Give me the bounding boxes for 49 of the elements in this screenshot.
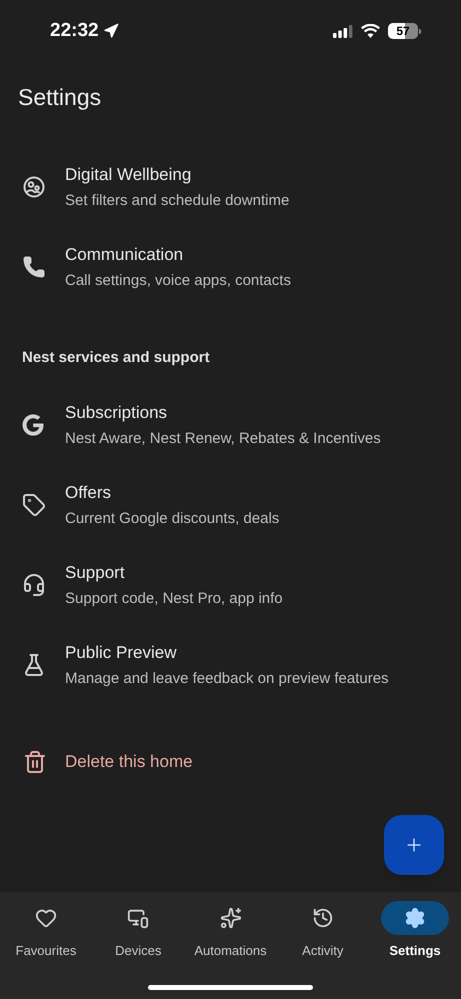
nav-tab[interactable]: Favourites xyxy=(3,901,89,960)
item-title: Support xyxy=(65,562,126,584)
phone-icon xyxy=(22,255,46,279)
settings-item[interactable]: Public Preview Manage and leave feedback on preview features xyxy=(0,625,461,705)
settings-item[interactable]: Digital Wellbeing Set filters and schedule downtime xyxy=(0,147,461,227)
item-title: Digital Wellbeing xyxy=(65,164,192,186)
settings-item[interactable]: Communication Call settings, voice apps, contacts xyxy=(0,227,461,307)
settings-item[interactable]: Subscriptions Nest Aware, Nest Renew, Rebates & Incentives xyxy=(0,385,461,465)
nav-tab[interactable]: Devices xyxy=(95,901,182,960)
item-title: Offers xyxy=(65,482,112,504)
item-subtitle: Call settings, voice apps, contacts xyxy=(65,270,291,290)
status-time: 22:32 xyxy=(50,18,99,43)
item-subtitle: Current Google discounts, deals xyxy=(65,508,280,528)
wifi-icon xyxy=(361,24,380,38)
settings-item[interactable]: Offers Current Google discounts, deals xyxy=(0,465,461,545)
item-title: Subscriptions xyxy=(65,402,168,424)
heart-icon xyxy=(35,907,57,929)
item-subtitle: Nest Aware, Nest Renew, Rebates & Incentives xyxy=(65,428,381,448)
nav-label: Automations xyxy=(194,942,267,960)
nav-tab[interactable]: Activity xyxy=(280,901,366,960)
item-subtitle: Manage and leave feedback on preview features xyxy=(65,668,389,688)
add-button[interactable] xyxy=(384,815,444,875)
devices-icon xyxy=(127,907,150,929)
trash-icon xyxy=(23,750,47,774)
nav-tab[interactable]: Automations xyxy=(188,901,274,960)
tag-icon xyxy=(22,493,46,517)
nav-tab[interactable]: Settings xyxy=(372,901,458,960)
location-arrow-icon xyxy=(102,23,119,39)
people-circle-icon xyxy=(22,175,46,199)
settings-item[interactable]: Support Support code, Nest Pro, app info xyxy=(0,545,461,625)
google-g-icon xyxy=(22,414,44,436)
nav-label: Devices xyxy=(115,942,162,960)
delete-home-button[interactable]: Delete this home xyxy=(0,734,461,790)
sparkles-icon xyxy=(220,907,242,929)
settings-icon xyxy=(404,907,426,929)
headset-icon xyxy=(22,573,46,597)
nav-label: Settings xyxy=(389,942,441,960)
item-title: Public Preview xyxy=(65,642,178,664)
nav-label: Activity xyxy=(302,942,344,960)
item-subtitle: Support code, Nest Pro, app info xyxy=(65,588,283,608)
item-title: Communication xyxy=(65,244,184,266)
section-heading: Nest services and support xyxy=(22,348,210,368)
nav-label: Favourites xyxy=(16,942,76,960)
flask-icon xyxy=(22,653,46,677)
page-title: Settings xyxy=(18,83,102,112)
signal-icon xyxy=(333,24,353,38)
item-subtitle: Set filters and schedule downtime xyxy=(65,190,290,210)
battery-percent: 57 xyxy=(396,25,410,37)
history-icon xyxy=(312,907,334,929)
